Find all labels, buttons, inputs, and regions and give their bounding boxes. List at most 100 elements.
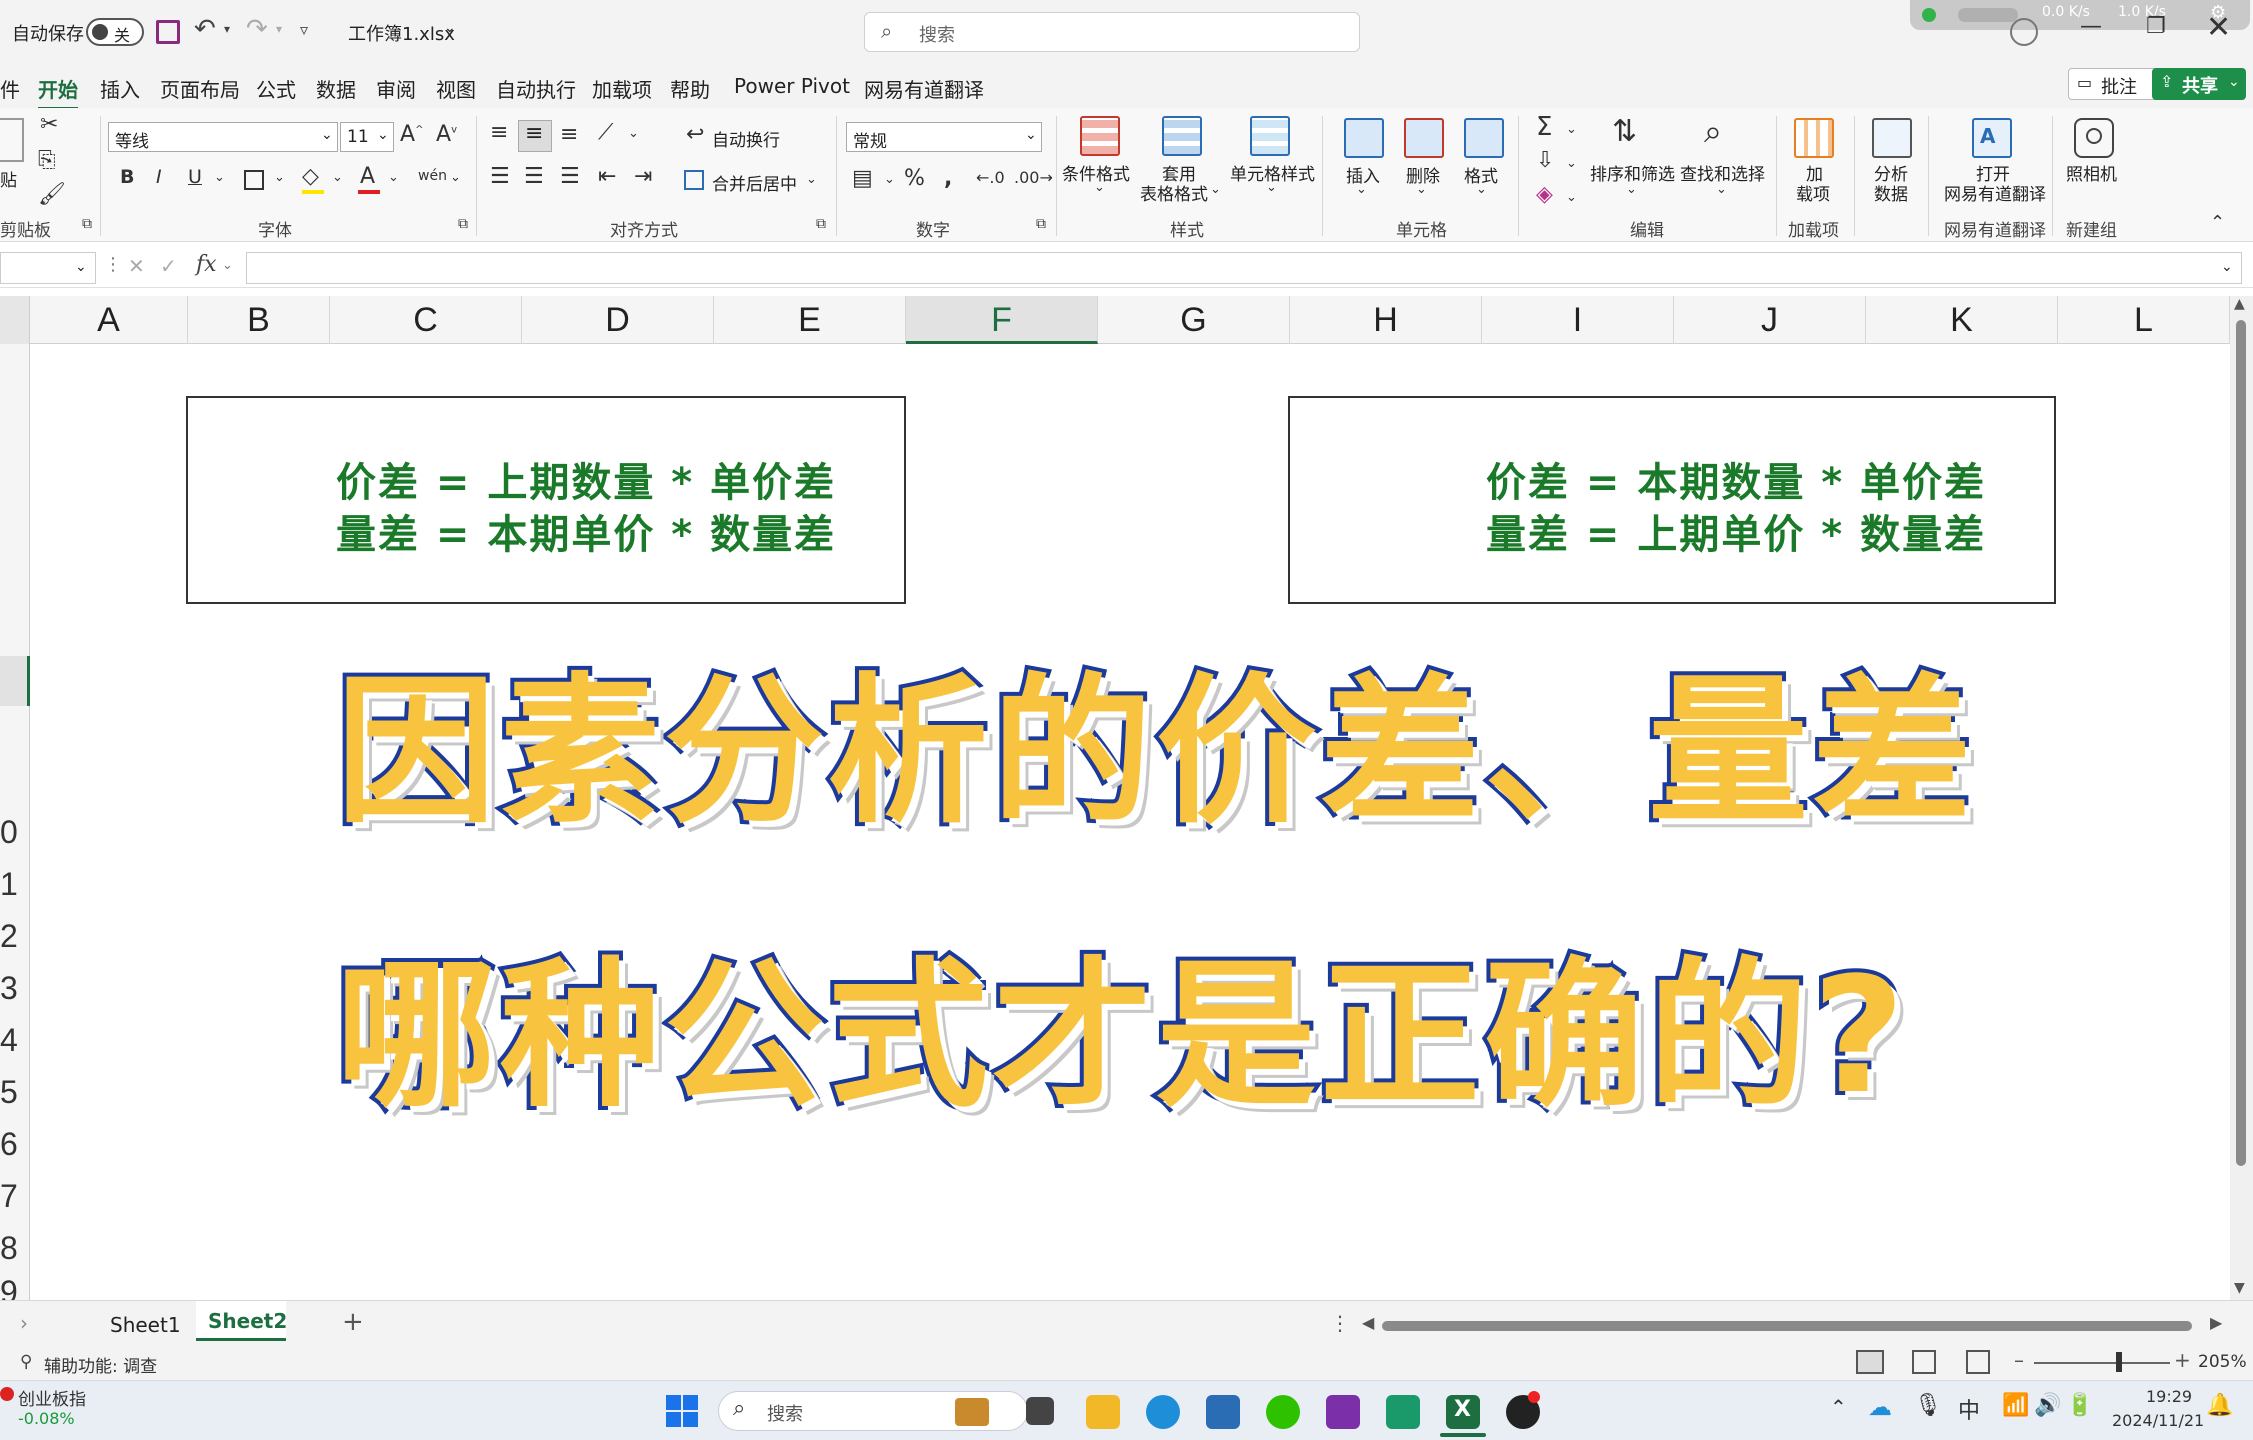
redo-dropdown-icon[interactable]: ▾ [276,22,282,36]
wrap-text-icon[interactable]: ↩ [686,122,704,147]
align-top-icon[interactable]: ≡ [490,120,508,145]
font-color-dropdown-icon[interactable]: ⌄ [388,170,399,185]
save-icon[interactable] [156,20,180,44]
taskbar-search[interactable]: ⌕ 搜索 [718,1391,1028,1431]
selected-row-header[interactable] [0,656,30,706]
percent-icon[interactable]: % [904,166,925,191]
row-number[interactable]: 4 [0,1022,18,1059]
tab-formulas[interactable]: 公式 [256,74,296,103]
excel-icon[interactable]: X [1446,1395,1480,1429]
select-all-corner[interactable] [0,296,30,344]
onedrive-icon[interactable]: ☁ [1868,1393,1892,1421]
show-hidden-icons[interactable]: ⌃ [1830,1395,1847,1419]
start-icon[interactable] [666,1395,698,1427]
row-number[interactable]: 6 [0,1126,18,1163]
redo-icon[interactable]: ↷ [246,14,268,44]
fill-dropdown-icon[interactable]: ⌄ [1566,156,1577,171]
filename[interactable]: 工作簿1.xlsx [348,20,455,46]
stock-name[interactable]: 创业板指 [18,1385,86,1410]
fill-dropdown-icon[interactable]: ⌄ [332,170,343,185]
addins-line2[interactable]: 载项 [1796,180,1830,205]
copy-icon[interactable]: ⎘ [38,148,56,173]
font-size-select[interactable]: 11 ⌄ [340,122,394,152]
sheet-tab-sheet2[interactable]: Sheet2 [208,1309,287,1333]
column-header-e[interactable]: E [714,296,906,344]
fill-color-icon[interactable]: ◇ [302,164,319,189]
tab-page-layout[interactable]: 页面布局 [160,74,240,103]
delete-dropdown-icon[interactable]: ⌄ [1416,182,1427,197]
task-view-icon[interactable] [1026,1397,1054,1425]
tab-scroll-icon[interactable]: › [20,1311,28,1335]
camera-button[interactable]: 照相机 [2066,160,2117,185]
onenote-icon[interactable] [1326,1395,1360,1429]
phonetic-dropdown-icon[interactable]: ⌄ [450,170,461,185]
number-format-select[interactable]: 常规 ⌄ [846,122,1042,152]
page-break-view-icon[interactable] [1966,1350,1990,1374]
column-header-b[interactable]: B [188,296,330,344]
zoom-level[interactable]: 205% [2198,1352,2247,1372]
orientation-dropdown-icon[interactable]: ⌄ [628,126,639,141]
orientation-icon[interactable]: ⟋ [598,120,613,145]
wifi-icon[interactable]: 📶 [2002,1393,2029,1418]
horizontal-scroll-thumb[interactable] [1382,1321,2192,1331]
tab-addins[interactable]: 加载项 [592,74,652,103]
font-name-select[interactable]: 等线 ⌄ [108,122,338,152]
underline-icon[interactable]: U [188,166,202,188]
row-number[interactable]: 3 [0,970,18,1007]
column-header-a[interactable]: A [30,296,188,344]
table-format-line2[interactable]: 表格格式 [1140,180,1208,205]
clipboard-launcher-icon[interactable]: ⧉ [82,216,92,232]
accessibility-status[interactable]: 辅助功能: 调查 [44,1352,157,1377]
tab-automate[interactable]: 自动执行 [496,74,576,103]
tab-view[interactable]: 视图 [436,74,476,103]
autosum-icon[interactable]: Σ [1536,112,1552,142]
accounting-format-icon[interactable]: ▤ [852,166,873,191]
column-header-d[interactable]: D [522,296,714,344]
merge-dropdown-icon[interactable]: ⌄ [806,172,817,187]
open-youdao-line2[interactable]: 网易有道翻译 [1944,180,2046,205]
microphone-icon[interactable]: 🎙 [1914,1393,1942,1418]
sheet-grid[interactable]: 0 1 2 3 4 5 6 7 8 9 价差 = 上期数量 * 单价差 量差 =… [0,344,2230,1310]
sheet-tab-sheet1[interactable]: Sheet1 [110,1313,181,1337]
conditional-format-dropdown-icon[interactable]: ⌄ [1094,180,1105,195]
decrease-indent-icon[interactable]: ⇤ [598,164,616,189]
scroll-left-icon[interactable]: ◀ [1362,1313,1374,1332]
increase-font-icon[interactable]: A^ [400,122,423,147]
vertical-scroll-thumb[interactable] [2236,320,2246,1166]
store-icon[interactable] [1206,1395,1240,1429]
add-sheet-icon[interactable]: + [342,1307,364,1337]
zoom-slider-track[interactable] [2034,1362,2170,1364]
merge-center-icon[interactable] [684,170,704,190]
undo-icon[interactable]: ↶ [194,14,216,44]
tab-power-pivot[interactable]: Power Pivot [734,74,850,98]
format-painter-icon[interactable]: 🖌 [38,182,66,207]
more-options-icon[interactable]: ⋮ [104,254,122,275]
column-header-h[interactable]: H [1290,296,1482,344]
share-button[interactable]: ⇪ 共享 ⌄ [2152,68,2246,100]
align-left-icon[interactable]: ☰ [490,164,510,189]
file-explorer-icon[interactable] [1086,1395,1120,1429]
zoom-out-icon[interactable]: – [2014,1348,2024,1372]
minimize-icon[interactable]: — [2080,14,2102,39]
column-header-f[interactable]: F [906,296,1098,344]
sort-filter-dropdown-icon[interactable]: ⌄ [1626,182,1637,197]
increase-decimal-icon[interactable]: ←.0 [976,168,1005,187]
tab-review[interactable]: 审阅 [376,74,416,103]
align-center-icon[interactable]: ☰ [524,164,544,189]
phonetic-icon[interactable]: wén [418,168,447,184]
filename-dropdown-icon[interactable]: ⌄ [444,20,456,36]
battery-icon[interactable]: 🔋 [2066,1393,2093,1418]
align-middle-button[interactable]: ≡ [518,120,552,152]
row-number[interactable]: 0 [0,814,18,851]
bold-icon[interactable]: B [120,166,134,188]
clear-dropdown-icon[interactable]: ⌄ [1566,190,1577,205]
scroll-up-icon[interactable]: ▲ [2234,296,2245,312]
cut-icon[interactable]: ✂ [40,112,58,137]
normal-view-icon[interactable] [1856,1350,1884,1374]
wrap-text-button[interactable]: 自动换行 [712,126,780,151]
accounting-dropdown-icon[interactable]: ⌄ [884,172,895,187]
decrease-font-icon[interactable]: Av [436,122,457,147]
page-layout-view-icon[interactable] [1912,1350,1936,1374]
customize-qat-icon[interactable]: ▿ [300,20,308,39]
confirm-entry-icon[interactable]: ✓ [160,254,177,278]
